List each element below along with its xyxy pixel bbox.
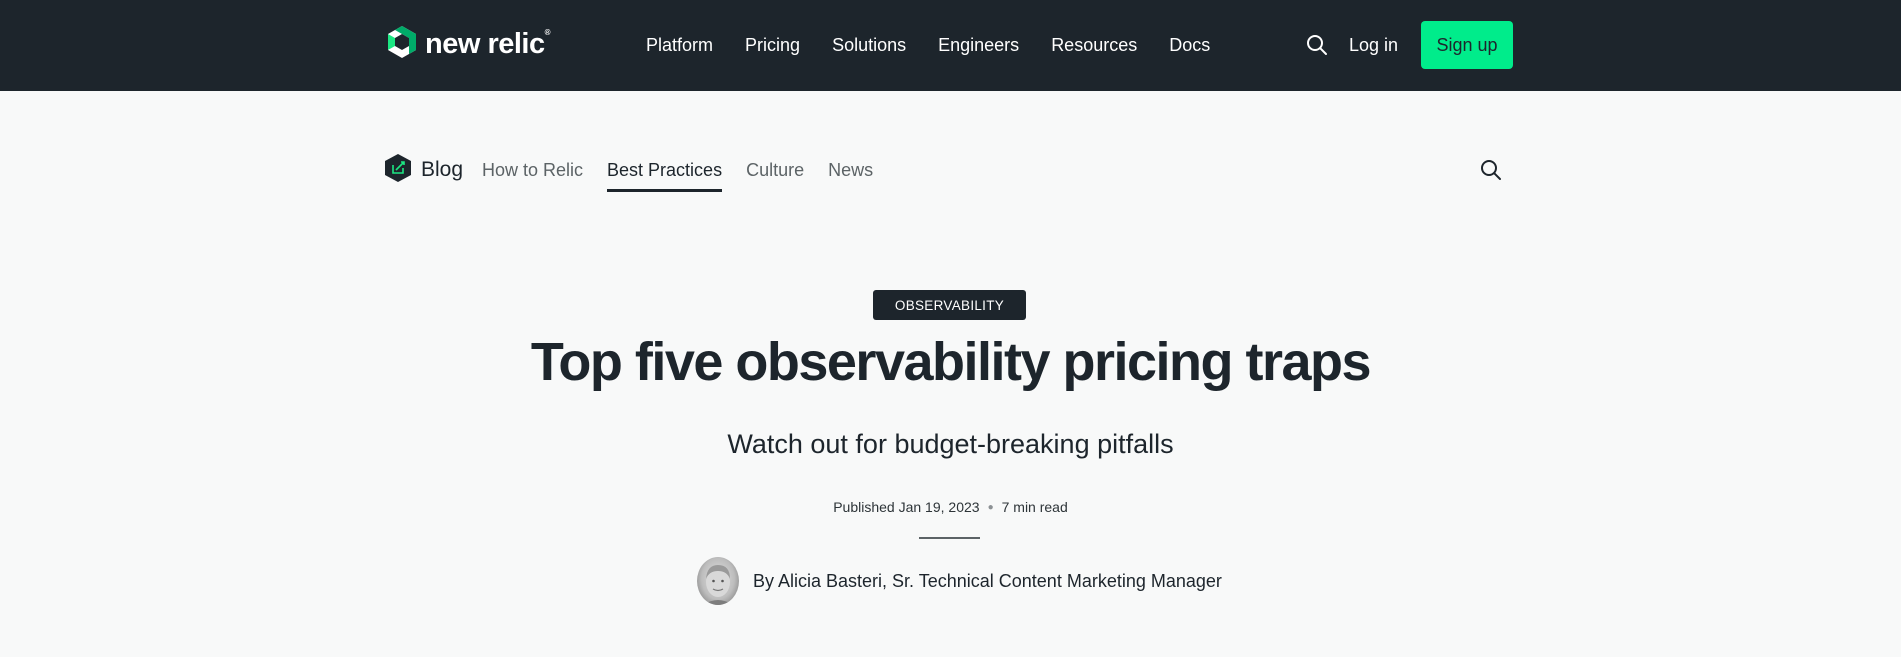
- nav-docs[interactable]: Docs: [1169, 35, 1210, 56]
- divider: [919, 537, 980, 539]
- blog-category-nav: How to Relic Best Practices Culture News: [482, 150, 873, 192]
- logo-text: new relic®: [425, 27, 551, 60]
- login-link[interactable]: Log in: [1349, 0, 1398, 91]
- nav-resources[interactable]: Resources: [1051, 35, 1137, 56]
- blog-label: Blog: [421, 158, 464, 181]
- author-avatar: [697, 557, 739, 605]
- search-icon[interactable]: [1305, 33, 1329, 57]
- category-tag[interactable]: OBSERVABILITY: [873, 290, 1026, 320]
- tab-best-practices[interactable]: Best Practices: [607, 150, 723, 192]
- tab-news[interactable]: News: [828, 150, 873, 192]
- main-nav: Platform Pricing Solutions Engineers Res…: [646, 0, 1210, 91]
- tab-culture[interactable]: Culture: [746, 150, 804, 192]
- nav-solutions[interactable]: Solutions: [832, 35, 906, 56]
- nav-engineers[interactable]: Engineers: [938, 35, 1019, 56]
- signup-button[interactable]: Sign up: [1421, 21, 1513, 69]
- blog-hexagon-icon: [384, 153, 412, 188]
- article-subtitle: Watch out for budget-breaking pitfalls: [727, 429, 1174, 459]
- separator-dot: ●: [987, 501, 994, 513]
- read-time: 7 min read: [1001, 499, 1068, 515]
- registered-mark: ®: [544, 27, 551, 37]
- author-byline: By Alicia Basteri, Sr. Technical Content…: [697, 557, 1222, 605]
- blog-home-link[interactable]: Blog: [384, 153, 464, 188]
- article-meta: Published Jan 19, 2023 ● 7 min read: [0, 499, 1901, 515]
- published-date: Published Jan 19, 2023: [833, 499, 980, 515]
- new-relic-logo-icon: [387, 25, 417, 64]
- author-name[interactable]: By Alicia Basteri, Sr. Technical Content…: [753, 571, 1222, 592]
- top-navigation-bar: new relic® Platform Pricing Solutions En…: [0, 0, 1901, 91]
- tab-how-to-relic[interactable]: How to Relic: [482, 150, 583, 192]
- article-title: Top five observability pricing traps: [530, 332, 1372, 392]
- nav-platform[interactable]: Platform: [646, 35, 713, 56]
- new-relic-logo[interactable]: new relic®: [387, 25, 551, 64]
- blog-search-icon[interactable]: [1479, 158, 1503, 182]
- nav-pricing[interactable]: Pricing: [745, 35, 800, 56]
